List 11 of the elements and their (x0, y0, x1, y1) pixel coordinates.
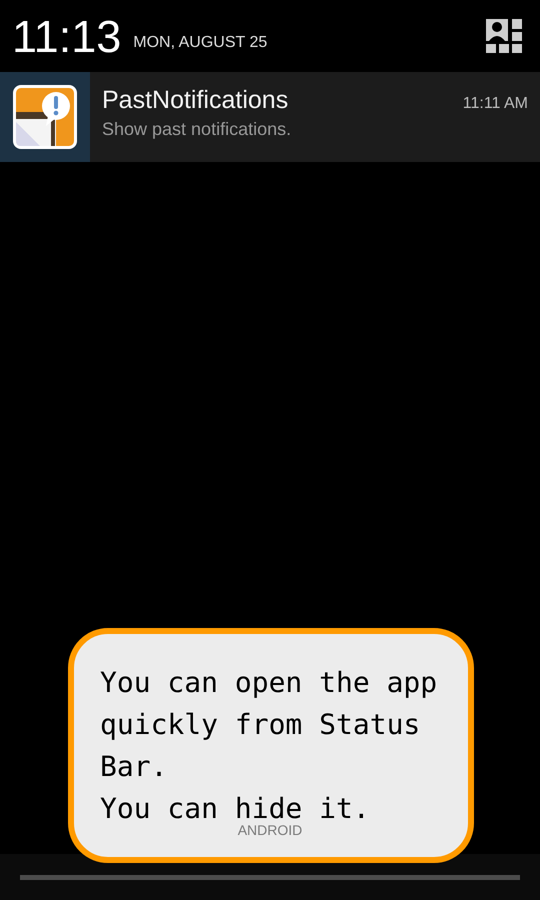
notification-text: Show past notifications. (102, 119, 292, 140)
tip-text: You can open the app quickly from Status Bar. You can hide it. (100, 665, 438, 825)
clock-time: 11:13 (12, 14, 122, 58)
quick-settings-icon[interactable] (486, 19, 522, 53)
notification-time: 11:11 AM (462, 95, 528, 113)
app-icon (12, 84, 78, 150)
notification-title: PastNotifications (102, 86, 288, 115)
carrier-label: ANDROID (236, 822, 304, 838)
drag-handle[interactable] (20, 874, 520, 880)
date-text: MON, AUGUST 25 (133, 34, 268, 52)
notification-card[interactable]: PastNotifications 11:11 AM Show past notifications. (0, 72, 540, 162)
